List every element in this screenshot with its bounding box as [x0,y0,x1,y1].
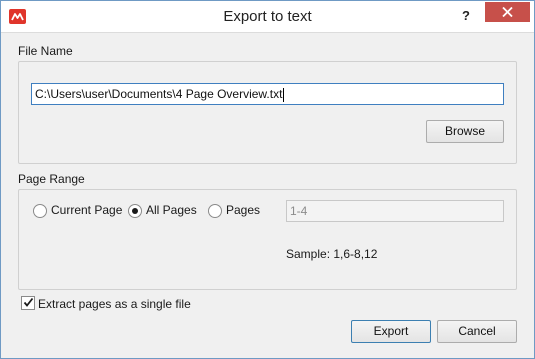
sample-text: Sample: 1,6-8,12 [286,247,378,261]
checkmark-icon [23,297,34,307]
file-path-input[interactable]: C:\Users\user\Documents\4 Page Overview.… [31,83,504,105]
single-file-label[interactable]: Extract pages as a single file [38,297,191,311]
text-caret [283,87,285,102]
radio-pages-circle[interactable] [208,204,222,218]
cancel-button[interactable]: Cancel [437,320,517,343]
title-bar[interactable]: Export to text ? [1,1,534,33]
radio-pages-label: Pages [226,203,261,217]
browse-button[interactable]: Browse [426,120,504,143]
page-range-section-label: Page Range [18,172,85,186]
export-button[interactable]: Export [351,320,431,343]
radio-selected-dot [132,208,138,214]
pages-range-input[interactable]: 1-4 [286,200,504,222]
radio-all-pages-label: All Pages [146,203,197,217]
help-button[interactable]: ? [456,5,476,27]
radio-current-page-label: Current Page [51,203,123,217]
file-path-value: C:\Users\user\Documents\4 Page Overview.… [35,87,283,101]
file-name-section-label: File Name [18,44,73,58]
single-file-checkbox[interactable] [21,296,35,310]
file-name-group [18,61,517,164]
dialog-title: Export to text [223,8,312,25]
export-dialog: Export to text ? File Name C:\Users\user… [0,0,535,359]
radio-all-pages-circle[interactable] [128,204,142,218]
close-icon [502,7,513,17]
radio-current-page-circle[interactable] [33,204,47,218]
close-button[interactable] [485,2,530,22]
